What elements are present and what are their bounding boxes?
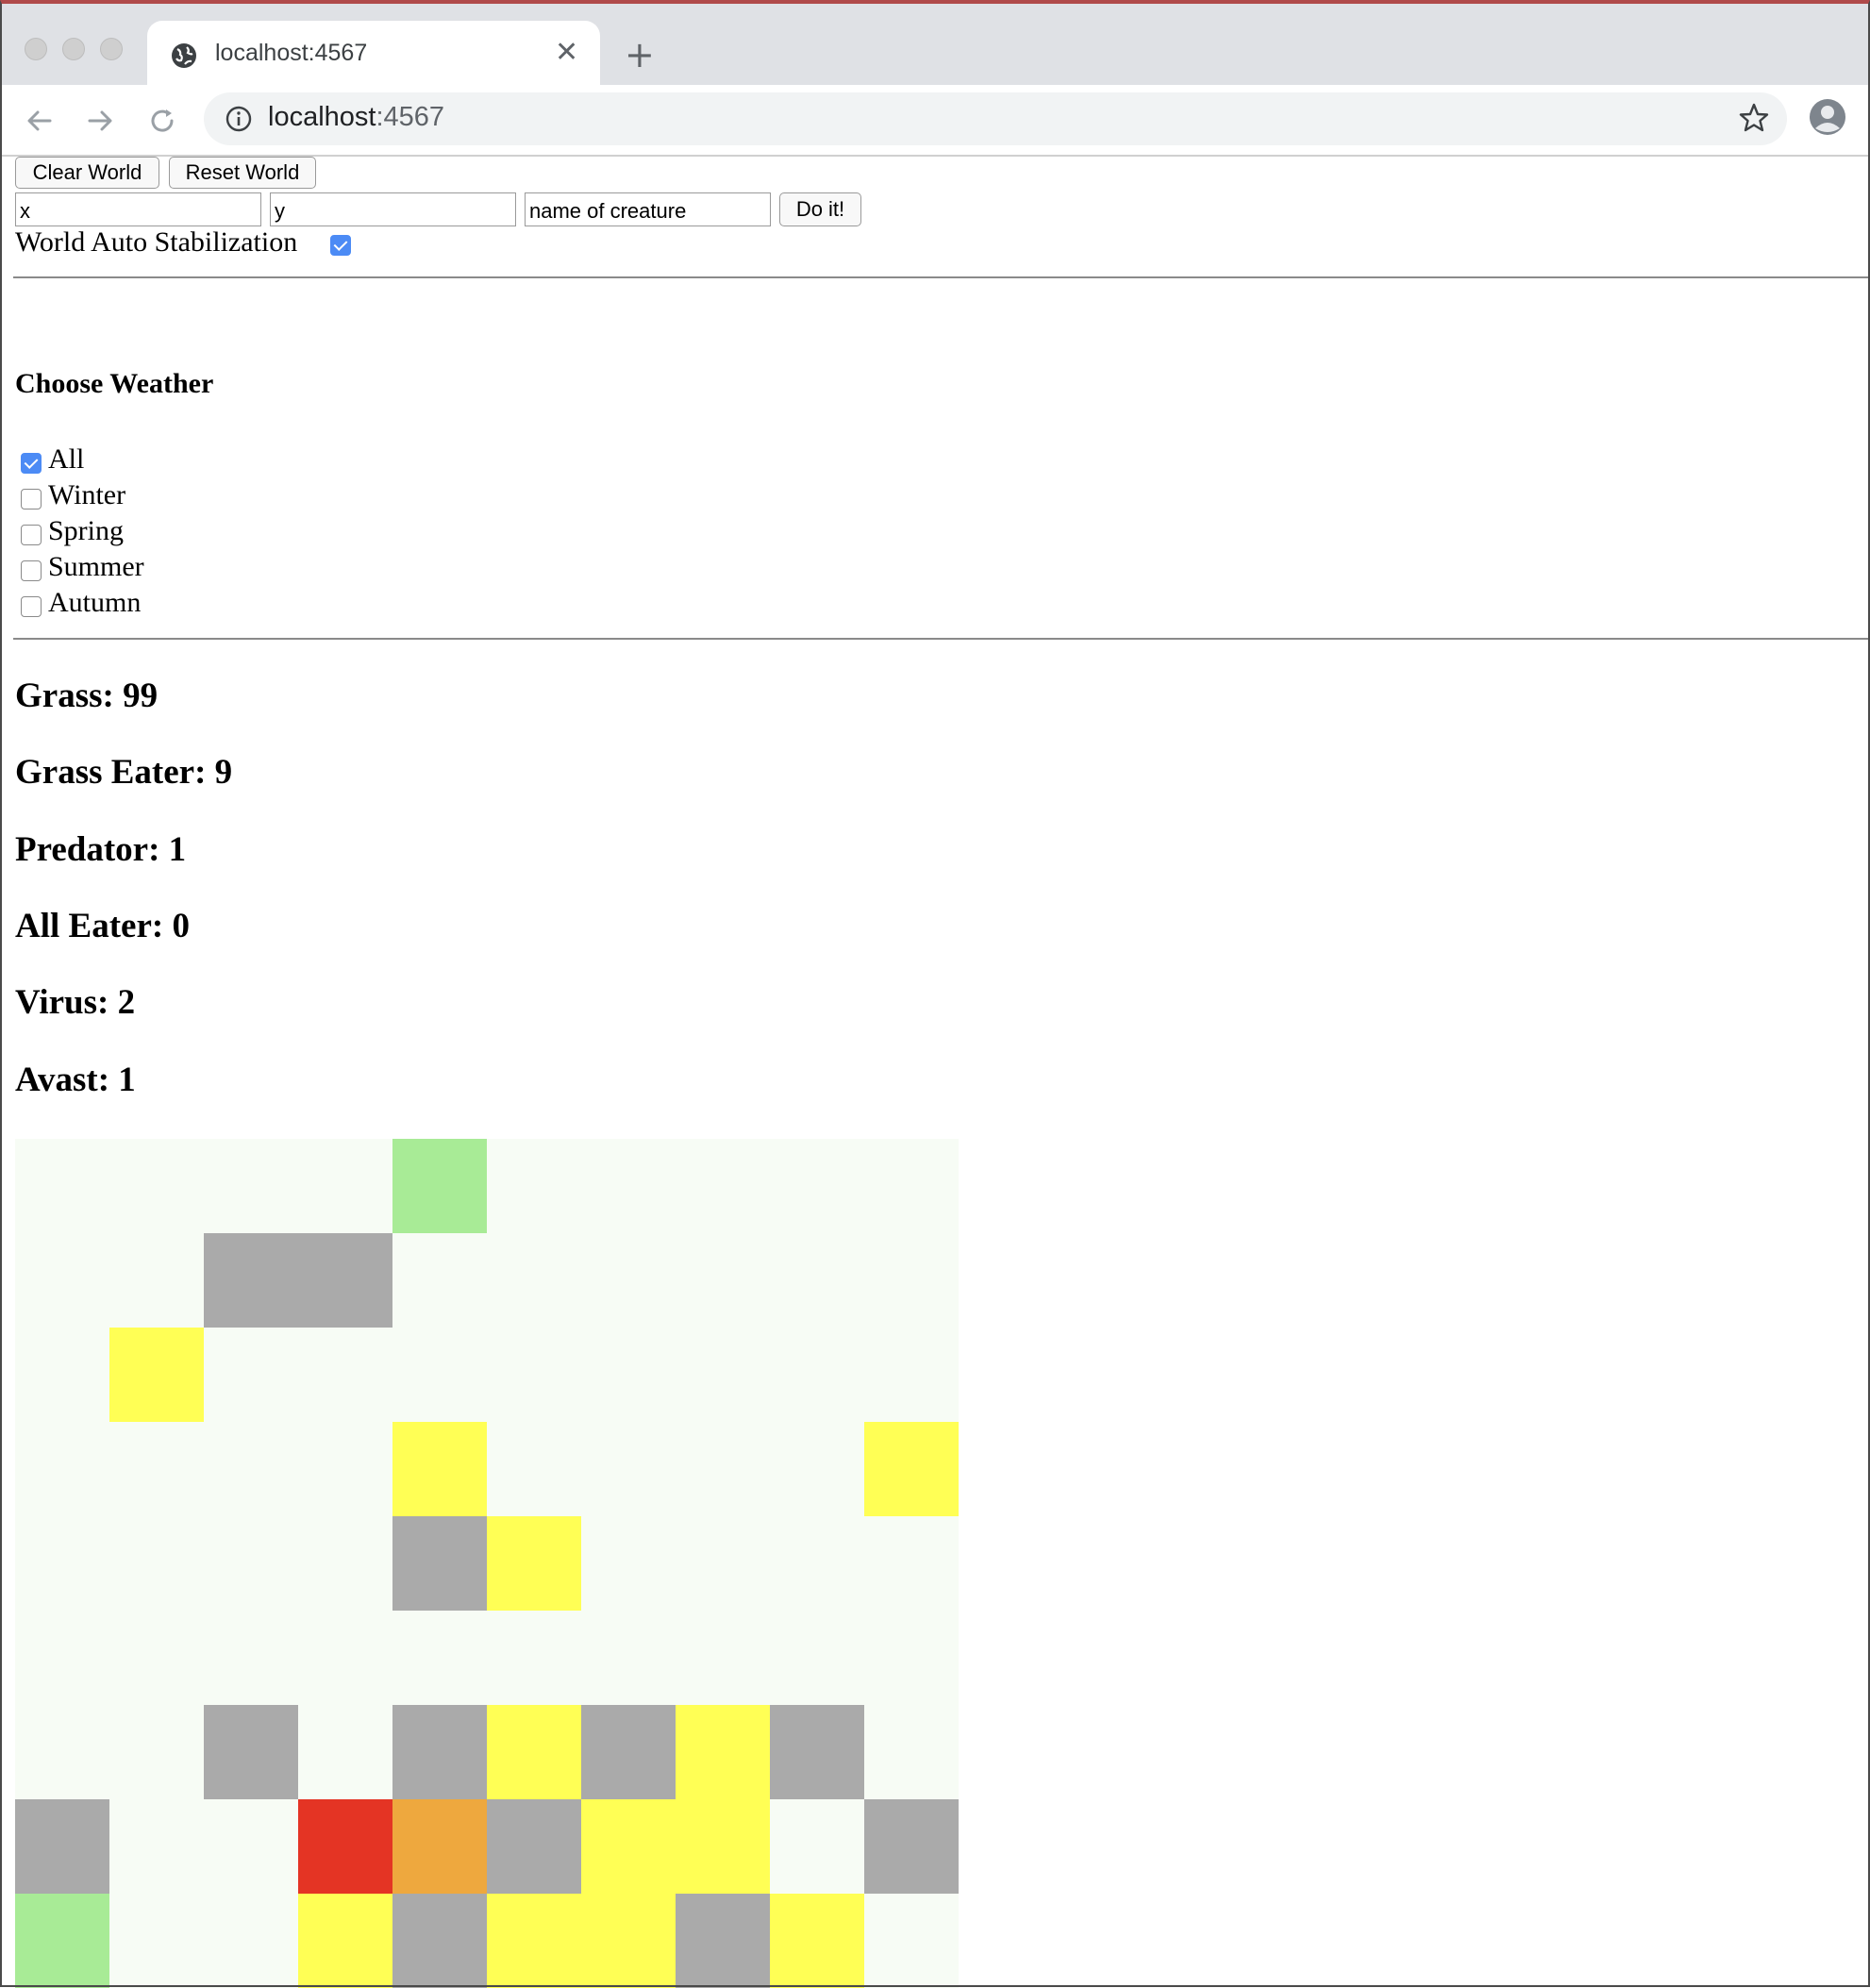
forward-arrow-icon[interactable] (85, 106, 115, 136)
minimize-window-button[interactable] (62, 38, 85, 60)
weather-winter-label: Winter (48, 479, 126, 510)
yellow-cell (487, 1516, 581, 1611)
weather-autumn-checkbox[interactable] (21, 596, 42, 617)
yellow-cell (676, 1705, 770, 1799)
yellow-cell (581, 1894, 676, 1988)
back-arrow-icon[interactable] (25, 106, 55, 136)
grass-eater-cell (392, 1705, 487, 1799)
yellow-cell (581, 1799, 676, 1894)
weather-all-checkbox[interactable] (21, 453, 42, 474)
bookmark-star-icon[interactable] (1738, 102, 1770, 134)
yellow-cell (392, 1422, 487, 1516)
page-content: Clear World Reset World x y name of crea… (0, 155, 1870, 1988)
tab-strip: localhost:4567 ✕ + (0, 4, 1870, 89)
grass-eater-cell (204, 1233, 298, 1328)
grass-cell (15, 1894, 109, 1988)
close-window-button[interactable] (25, 38, 47, 60)
weather-summer-label: Summer (48, 551, 144, 582)
grass-eater-cell (15, 1799, 109, 1894)
weather-all-label: All (48, 443, 85, 475)
browser-tab[interactable]: localhost:4567 ✕ (147, 21, 600, 89)
weather-autumn-label: Autumn (48, 587, 142, 618)
grass-eater-cell (864, 1799, 959, 1894)
yellow-cell (109, 1328, 204, 1422)
grass-cell (392, 1139, 487, 1233)
all-eater-cell (392, 1799, 487, 1894)
weather-summer-checkbox[interactable] (21, 560, 42, 581)
profile-avatar-icon[interactable] (1809, 98, 1846, 136)
yellow-cell (487, 1894, 581, 1988)
do-it-button[interactable]: Do it! (779, 192, 861, 226)
grass-eater-cell (676, 1894, 770, 1988)
close-icon[interactable]: ✕ (555, 38, 578, 68)
weather-winter-checkbox[interactable] (21, 489, 42, 510)
grass-eater-cell (204, 1705, 298, 1799)
virus-count: Virus: 2 (15, 983, 136, 1022)
divider (13, 276, 1870, 278)
grass-eater-cell (770, 1705, 864, 1799)
address-bar[interactable]: localhost:4567 (204, 92, 1787, 145)
divider (13, 638, 1870, 640)
url-text: localhost:4567 (268, 102, 445, 132)
weather-spring-checkbox[interactable] (21, 525, 42, 545)
new-tab-button[interactable]: + (625, 36, 655, 74)
creature-name-input[interactable]: name of creature (525, 192, 771, 226)
yellow-cell (298, 1894, 392, 1988)
yellow-cell (770, 1894, 864, 1988)
stabilization-checkbox[interactable] (330, 235, 351, 256)
stabilization-label: World Auto Stabilization (15, 226, 298, 258)
x-input[interactable]: x (15, 192, 261, 226)
reset-world-button[interactable]: Reset World (169, 157, 316, 189)
predator-count: Predator: 1 (15, 830, 187, 869)
yellow-cell (864, 1422, 959, 1516)
maximize-window-button[interactable] (100, 38, 123, 60)
avast-count: Avast: 1 (15, 1061, 136, 1099)
globe-icon (172, 43, 196, 68)
predator-cell (298, 1799, 392, 1894)
tab-title: localhost:4567 (215, 40, 368, 66)
world-canvas[interactable] (15, 1139, 959, 1988)
browser-toolbar: localhost:4567 (0, 85, 1870, 157)
yellow-cell (487, 1705, 581, 1799)
grass-eater-cell (392, 1516, 487, 1611)
grass-eater-cell (581, 1705, 676, 1799)
reload-icon[interactable] (147, 106, 177, 136)
grass-eater-cell (392, 1894, 487, 1988)
all-eater-count: All Eater: 0 (15, 907, 190, 945)
grass-eater-cell (487, 1799, 581, 1894)
y-input[interactable]: y (270, 192, 516, 226)
clear-world-button[interactable]: Clear World (15, 157, 159, 189)
grass-eater-cell (298, 1233, 392, 1328)
info-icon[interactable] (225, 105, 253, 133)
weather-heading: Choose Weather (15, 368, 214, 399)
weather-spring-label: Spring (48, 515, 125, 546)
yellow-cell (676, 1799, 770, 1894)
grass-count: Grass: 99 (15, 677, 159, 715)
grass-eater-count: Grass Eater: 9 (15, 753, 233, 792)
